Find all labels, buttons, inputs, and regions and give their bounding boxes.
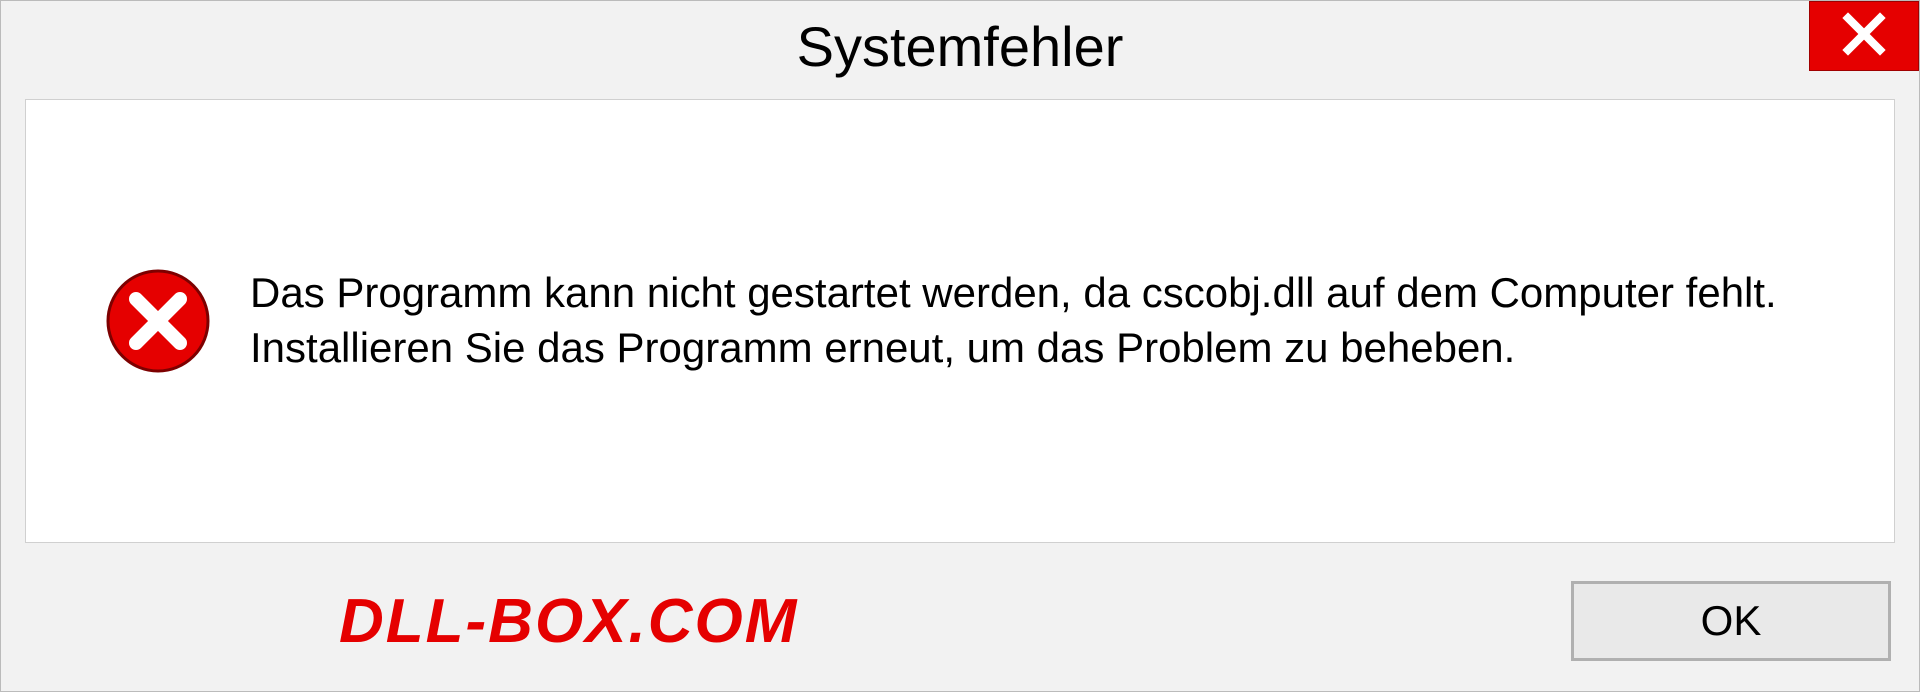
close-button[interactable] — [1809, 1, 1919, 71]
footer: DLL-BOX.COM OK — [1, 561, 1919, 691]
titlebar: Systemfehler — [1, 1, 1919, 91]
content-panel: Das Programm kann nicht gestartet werden… — [25, 99, 1895, 543]
ok-button-label: OK — [1701, 597, 1762, 645]
error-message: Das Programm kann nicht gestartet werden… — [250, 266, 1814, 375]
close-icon — [1842, 12, 1886, 61]
dialog-title: Systemfehler — [797, 14, 1124, 79]
error-icon — [106, 269, 210, 373]
ok-button[interactable]: OK — [1571, 581, 1891, 661]
watermark-text: DLL-BOX.COM — [339, 586, 798, 657]
error-dialog: Systemfehler Das Programm kann nicht ges… — [0, 0, 1920, 692]
